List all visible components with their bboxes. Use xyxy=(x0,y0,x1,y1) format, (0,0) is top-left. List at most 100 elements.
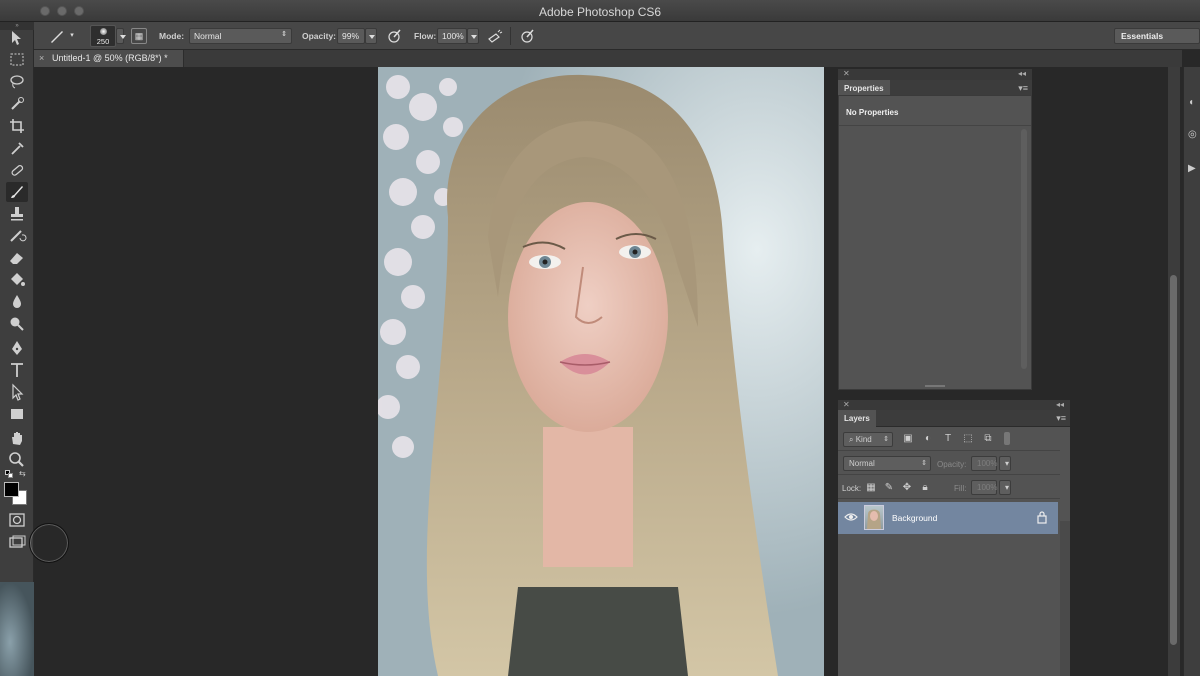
layers-panel-body: ⌕ Kind ⇕ ▣ ◐ T ⬚ ⧉ Normal ⇕ Opacity: 100… xyxy=(838,427,1070,676)
layer-opacity-label: Opacity: xyxy=(937,460,967,469)
canvas-gutter xyxy=(824,67,838,676)
rectangle-tool-icon[interactable] xyxy=(6,404,28,424)
layer-opacity-value: 100% xyxy=(977,459,998,468)
brush-preset-dropdown-icon[interactable]: ▾ xyxy=(68,27,76,45)
lock-label: Lock: xyxy=(842,484,862,493)
clone-stamp-tool-icon[interactable] xyxy=(6,204,28,224)
dodge-tool-icon[interactable] xyxy=(6,314,28,334)
close-document-icon[interactable]: × xyxy=(39,53,44,63)
zoom-tool-icon[interactable] xyxy=(6,450,28,470)
brush-preset-icon[interactable] xyxy=(48,27,66,45)
opacity-input[interactable]: 99% xyxy=(337,28,365,44)
panel-menu-icon[interactable]: ▾≡ xyxy=(1018,83,1028,94)
brush-picker-arrow[interactable] xyxy=(116,28,126,44)
canvas-area[interactable] xyxy=(34,67,834,676)
far-right-area: ◖ ◎ ▶ xyxy=(1070,67,1200,676)
paint-bucket-tool-icon[interactable] xyxy=(6,270,28,290)
type-tool-icon[interactable] xyxy=(6,360,28,380)
panel-menu-icon[interactable]: ▾≡ xyxy=(1056,413,1066,424)
app-title: Adobe Photoshop CS6 xyxy=(538,5,662,19)
pen-tool-icon[interactable] xyxy=(6,338,28,358)
flow-value: 100% xyxy=(442,31,464,41)
layer-row-background[interactable]: Background xyxy=(838,502,1058,534)
airbrush-icon[interactable] xyxy=(486,27,504,45)
lock-image-pixels-icon[interactable]: ✎ xyxy=(883,482,895,494)
layer-filter-select[interactable]: ⌕ Kind ⇕ xyxy=(843,432,893,447)
select-arrows-icon: ⇕ xyxy=(883,436,889,443)
layer-opacity-arrow[interactable]: ▾ xyxy=(999,456,1011,471)
workspace-switcher[interactable]: Essentials xyxy=(1114,28,1200,44)
brush-panel-toggle-icon[interactable]: ▦ xyxy=(131,28,147,44)
type-layer-filter-icon[interactable]: T xyxy=(942,433,954,445)
history-brush-tool-icon[interactable] xyxy=(6,226,28,246)
marquee-tool-icon[interactable] xyxy=(6,50,28,70)
collapse-panel-icon[interactable]: ◂◂ xyxy=(1018,69,1026,78)
visibility-eye-icon[interactable] xyxy=(844,510,858,524)
foreground-color-swatch[interactable] xyxy=(4,482,19,497)
eraser-tool-icon[interactable] xyxy=(6,248,28,268)
layer-opacity-input[interactable]: 100% xyxy=(971,456,997,471)
layers-tab[interactable]: Layers xyxy=(838,410,876,427)
crop-tool-icon[interactable] xyxy=(6,116,28,136)
fill-arrow[interactable]: ▾ xyxy=(999,480,1011,495)
vertical-scrollbar-thumb[interactable] xyxy=(1170,275,1177,645)
layers-panel-header: Layers ▾≡ xyxy=(838,410,1070,427)
brush-tool-icon[interactable] xyxy=(6,182,28,202)
tablet-pressure-opacity-icon[interactable] xyxy=(385,27,403,45)
layer-lock-row: Lock: ▦ ✎ ✥ 🔒︎ Fill: 100% ▾ xyxy=(838,475,1060,499)
toolbox: » ⇆ xyxy=(0,22,34,676)
swap-colors-icon[interactable]: ⇆ xyxy=(19,469,26,478)
lock-position-icon[interactable]: ✥ xyxy=(901,482,913,494)
panel-dock: ◖ ◎ ▶ xyxy=(1183,67,1200,676)
dock-play-icon[interactable]: ▶ xyxy=(1188,163,1196,174)
smart-object-filter-icon[interactable]: ⧉ xyxy=(982,433,994,445)
quick-mask-icon[interactable] xyxy=(6,510,28,530)
opacity-slider-arrow[interactable] xyxy=(365,28,377,44)
adjustment-layer-filter-icon[interactable]: ◐ xyxy=(922,433,934,445)
properties-content: No Properties xyxy=(846,108,899,117)
layers-scrollbar[interactable] xyxy=(1060,521,1070,676)
portrait-photo[interactable] xyxy=(378,67,824,676)
layer-filter-value: Kind xyxy=(855,435,872,444)
lock-all-icon[interactable]: 🔒︎ xyxy=(919,482,931,494)
blend-mode-select[interactable]: Normal ⇕ xyxy=(843,456,931,471)
move-tool-icon[interactable] xyxy=(6,28,28,48)
healing-brush-tool-icon[interactable] xyxy=(6,160,28,180)
layer-filter-row: ⌕ Kind ⇕ ▣ ◐ T ⬚ ⧉ xyxy=(838,427,1060,451)
flow-input[interactable]: 100% xyxy=(437,28,467,44)
blend-mode-value: Normal xyxy=(849,459,875,468)
flow-slider-arrow[interactable] xyxy=(467,28,479,44)
screen-mode-icon[interactable] xyxy=(6,532,28,552)
dock-brush-icon[interactable]: ◖ xyxy=(1188,97,1194,108)
eyedropper-tool-icon[interactable] xyxy=(6,138,28,158)
mode-select[interactable]: Normal ⇕ xyxy=(189,28,292,44)
blur-tool-icon[interactable] xyxy=(6,292,28,312)
dock-clone-icon[interactable]: ◎ xyxy=(1188,129,1197,140)
pixel-layer-filter-icon[interactable]: ▣ xyxy=(902,433,914,445)
brush-size-picker[interactable]: 250 xyxy=(90,25,116,47)
properties-panel-body: No Properties xyxy=(838,95,1032,390)
shape-layer-filter-icon[interactable]: ⬚ xyxy=(962,433,974,445)
properties-scrollbar[interactable] xyxy=(1021,129,1027,369)
panel-resize-grip[interactable] xyxy=(925,385,945,387)
lasso-tool-icon[interactable] xyxy=(6,72,28,92)
fill-value: 100% xyxy=(977,483,998,492)
select-arrows-icon: ⇕ xyxy=(921,460,927,467)
hand-tool-icon[interactable] xyxy=(6,428,28,448)
collapse-panel-icon[interactable]: ◂◂ xyxy=(1056,400,1064,409)
portrait-image xyxy=(378,67,824,676)
options-bar: ▾ 250 ▦ Mode: Normal ⇕ Opacity: 99% Flow… xyxy=(34,22,1200,50)
close-panel-icon[interactable]: ✕ xyxy=(843,69,850,78)
lock-transparent-pixels-icon[interactable]: ▦ xyxy=(865,482,877,494)
filter-toggle-switch[interactable] xyxy=(1004,432,1010,445)
flow-label: Flow: xyxy=(414,31,437,41)
quick-selection-tool-icon[interactable] xyxy=(6,94,28,114)
tablet-pressure-size-icon[interactable] xyxy=(518,27,536,45)
document-tab[interactable]: × Untitled-1 @ 50% (RGB/8*) * xyxy=(34,50,184,67)
fill-input[interactable]: 100% xyxy=(971,480,997,495)
workspace-label: Essentials xyxy=(1121,31,1164,41)
default-colors-icon[interactable] xyxy=(5,470,13,478)
options-divider xyxy=(510,27,511,45)
path-selection-tool-icon[interactable] xyxy=(6,382,28,402)
close-panel-icon[interactable]: ✕ xyxy=(843,400,850,409)
